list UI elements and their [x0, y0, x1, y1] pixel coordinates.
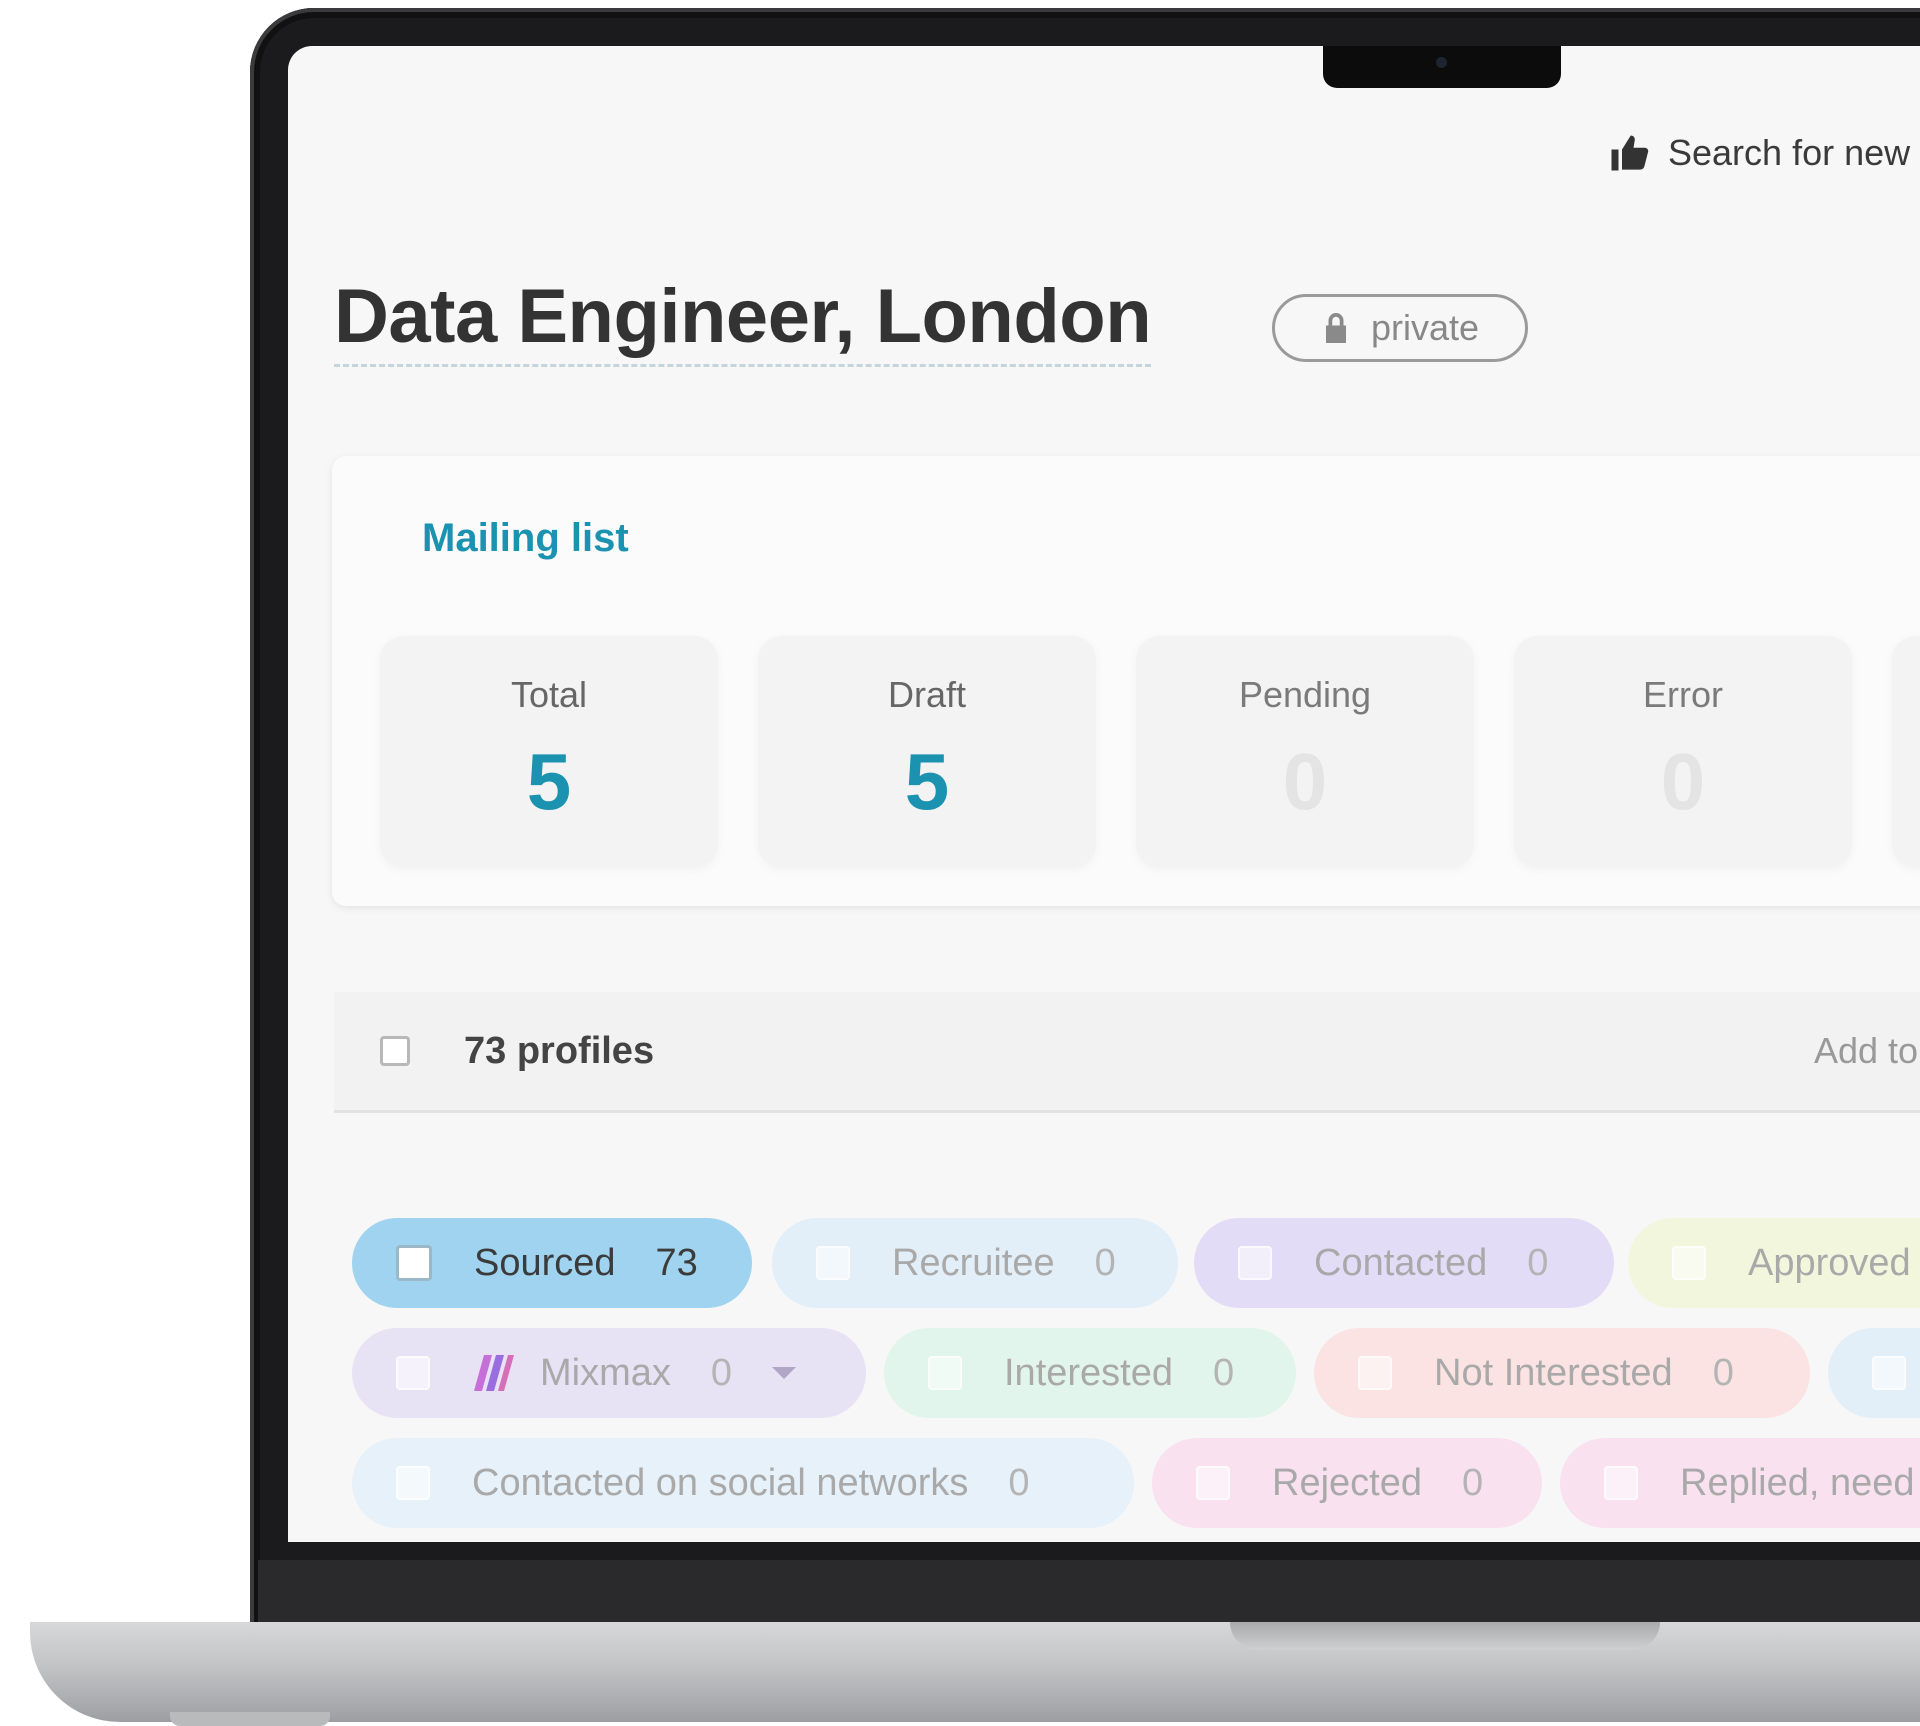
stage-checkbox[interactable]: [1358, 1356, 1392, 1390]
profiles-toolbar: 73 profiles Add to m: [334, 992, 1920, 1113]
camera-notch: [1323, 46, 1561, 88]
stage-count: 0: [1527, 1241, 1549, 1284]
stage-pill-sourced[interactable]: Sourced 73: [352, 1218, 752, 1308]
stage-label: Mixmax: [540, 1351, 671, 1394]
stage-count: 73: [655, 1241, 698, 1284]
profiles-count: 73 profiles: [464, 1030, 655, 1072]
stat-value: 5: [904, 737, 950, 826]
stage-count: 0: [1094, 1241, 1116, 1284]
stage-pill-recruitee[interactable]: Recruitee 0: [772, 1218, 1178, 1308]
stage-pill-not-interested[interactable]: Not Interested 0: [1314, 1328, 1810, 1418]
stage-checkbox[interactable]: [1196, 1466, 1230, 1500]
stage-count: 0: [1213, 1351, 1235, 1394]
stage-count: 0: [710, 1351, 733, 1394]
stat-pending[interactable]: Pending 0: [1136, 636, 1474, 868]
stat-total[interactable]: Total 5: [380, 636, 718, 868]
laptop-base-notch: [1230, 1622, 1660, 1650]
stage-label: Interested: [1004, 1351, 1173, 1394]
stage-pill-mixmax[interactable]: Mixmax 0: [352, 1328, 866, 1418]
stage-checkbox[interactable]: [396, 1466, 430, 1500]
mixmax-logo-icon: [474, 1355, 514, 1391]
app-screen: Search for new Data Engineer, London pri…: [288, 46, 1920, 1542]
stage-pill-approved[interactable]: Approved: [1628, 1218, 1920, 1308]
stage-pill-contacted[interactable]: Contacted 0: [1194, 1218, 1614, 1308]
select-all-checkbox[interactable]: [380, 1036, 410, 1066]
stage-label: Not Interested: [1434, 1351, 1673, 1394]
stage-checkbox[interactable]: [1672, 1246, 1706, 1280]
stage-label: Contacted on social networks: [472, 1461, 969, 1504]
stat-value: 0: [1660, 737, 1706, 826]
stage-pill-contacted-social[interactable]: Contacted on social networks 0: [352, 1438, 1134, 1528]
search-new-label: Search for new: [1668, 132, 1911, 173]
stage-label: Rejected: [1272, 1461, 1422, 1504]
visibility-label: private: [1370, 307, 1480, 348]
search-new-button[interactable]: Search for new: [1608, 132, 1910, 174]
stage-pill-more[interactable]: [1828, 1328, 1920, 1418]
stage-count: 0: [1461, 1461, 1484, 1504]
stat-draft[interactable]: Draft 5: [758, 636, 1096, 868]
stage-label: Approved: [1748, 1241, 1911, 1284]
laptop-chin: [258, 1560, 1920, 1626]
stat-value: 0: [1282, 737, 1328, 826]
add-to-button[interactable]: Add to m: [1814, 1030, 1920, 1072]
laptop-foot: [170, 1712, 330, 1726]
stage-checkbox[interactable]: [1872, 1356, 1906, 1390]
mailing-list-title[interactable]: Mailing list: [422, 516, 629, 561]
stage-pill-rejected[interactable]: Rejected 0: [1152, 1438, 1542, 1528]
stage-label: Replied, need: [1680, 1461, 1915, 1504]
stat-label: Total: [510, 674, 588, 715]
camera-icon: [1436, 57, 1447, 68]
stat-label: Pending: [1238, 674, 1372, 715]
stat-label: Draft: [887, 674, 966, 715]
chevron-down-icon[interactable]: [772, 1367, 797, 1379]
stage-count: 0: [1008, 1461, 1030, 1504]
page-title[interactable]: Data Engineer, London: [334, 272, 1152, 367]
stage-checkbox[interactable]: [396, 1245, 432, 1281]
stage-checkbox[interactable]: [1238, 1246, 1272, 1280]
stage-label: Sourced: [474, 1241, 616, 1284]
stat-label: Error: [1643, 674, 1723, 715]
stage-checkbox[interactable]: [1604, 1466, 1638, 1500]
stage-label: Recruitee: [892, 1241, 1055, 1284]
thumbs-up-icon: [1611, 135, 1649, 171]
stage-pill-interested[interactable]: Interested 0: [884, 1328, 1296, 1418]
stat-next[interactable]: [1892, 636, 1920, 868]
stat-value: 5: [526, 737, 572, 826]
visibility-toggle[interactable]: private: [1272, 294, 1528, 362]
stage-checkbox[interactable]: [396, 1356, 430, 1390]
stage-checkbox[interactable]: [928, 1356, 962, 1390]
lock-icon: [1325, 313, 1346, 343]
stage-checkbox[interactable]: [816, 1246, 850, 1280]
mailing-list-card: Mailing list Total 5 Draft 5 Pending 0 E…: [332, 456, 1920, 906]
stage-label: Contacted: [1314, 1241, 1488, 1284]
stage-count: 0: [1712, 1351, 1734, 1394]
stat-error[interactable]: Error 0: [1514, 636, 1852, 868]
stage-pill-replied[interactable]: Replied, need: [1560, 1438, 1920, 1528]
